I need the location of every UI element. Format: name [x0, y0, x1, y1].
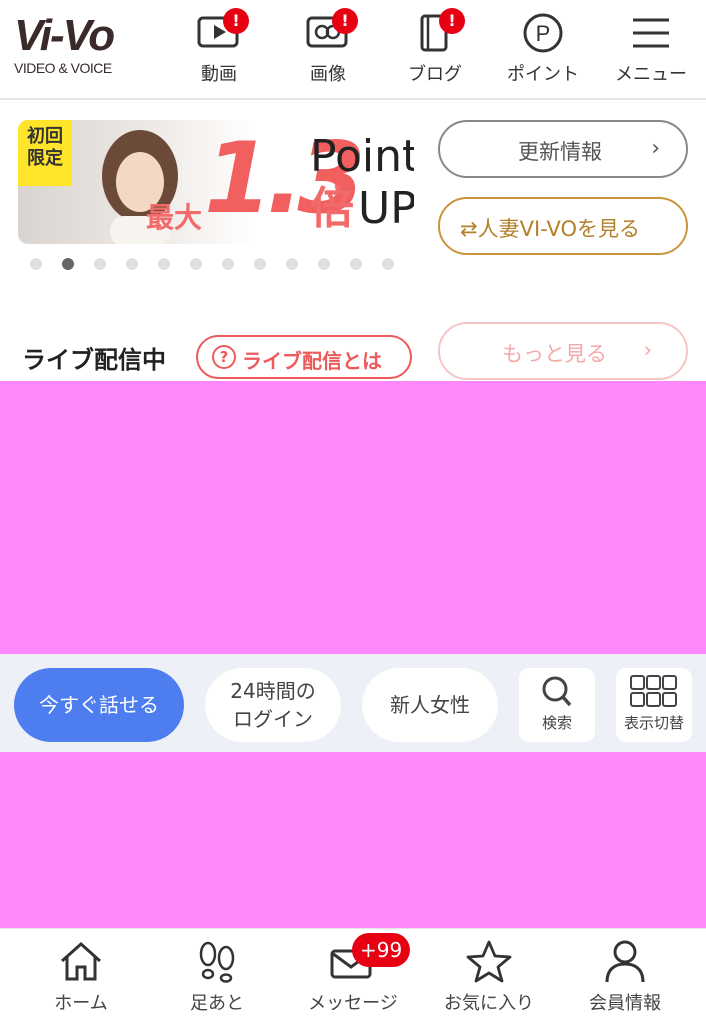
carousel-dot[interactable] [126, 258, 138, 270]
hitozuma-vivo-label: ⇄人妻VI-VOを見る [460, 217, 641, 241]
carousel-dot[interactable] [190, 258, 202, 270]
blog-icon: ! [411, 8, 465, 54]
promo-banner[interactable]: 初回限定 最大 1.3 Point 倍 UP [18, 120, 414, 244]
notification-badge: ! [439, 8, 465, 34]
live-section-title: ライブ配信中 [22, 346, 166, 374]
live-stream-placeholder [0, 381, 706, 654]
see-more-label: もっと見る [502, 342, 607, 366]
question-icon: ? [212, 345, 236, 369]
banner-bai-text: 倍 [310, 183, 354, 234]
tab-label: ホーム [54, 993, 108, 1014]
nav-menu[interactable]: メニュー [606, 10, 696, 92]
tab-home[interactable]: ホーム [16, 939, 146, 1019]
banner-prefix: 最大 [146, 201, 203, 234]
carousel-dot[interactable] [318, 258, 330, 270]
app-header: Vi-Vo VIDEO & VOICE ! 動画 ! 画像 ! ブログ P ポイ… [0, 0, 706, 100]
first-time-tag: 初回限定 [18, 120, 72, 186]
filter-new-women[interactable]: 新人女性 [362, 668, 498, 742]
nav-blog[interactable]: ! ブログ [390, 8, 480, 92]
nav-label: ブログ [408, 64, 462, 85]
carousel-dot[interactable] [222, 258, 234, 270]
filter-24h-login[interactable]: 24時間の ログイン [205, 668, 341, 742]
tab-messages[interactable]: +99 メッセージ [288, 933, 418, 1019]
nav-label: 画像 [310, 64, 346, 85]
search-button[interactable]: 検索 [519, 668, 595, 742]
chip-label: 新人女性 [390, 693, 470, 717]
vivo-logo[interactable]: Vi-Vo VIDEO & VOICE [14, 14, 134, 80]
view-toggle-button[interactable]: 表示切替 [616, 668, 692, 742]
notification-badge: ! [332, 8, 358, 34]
star-icon [464, 939, 514, 983]
home-icon [56, 939, 106, 983]
carousel-dot[interactable] [30, 258, 42, 270]
tab-label: 会員情報 [589, 993, 661, 1014]
carousel-dot[interactable] [286, 258, 298, 270]
grid-view-icon [630, 674, 677, 710]
point-icon: P [519, 10, 567, 54]
search-label: 検索 [541, 714, 572, 732]
chip-label: 今すぐ話せる [39, 693, 159, 717]
carousel-dot[interactable] [62, 258, 74, 270]
tab-member-info[interactable]: 会員情報 [560, 939, 690, 1019]
message-count-badge: +99 [352, 933, 411, 967]
video-play-icon: ! [195, 8, 249, 54]
carousel-dot[interactable] [254, 258, 266, 270]
logo-text: Vi-Vo [14, 11, 115, 60]
banner-point-text: Point [310, 131, 414, 182]
search-icon [535, 674, 579, 710]
notification-badge: ! [223, 8, 249, 34]
user-icon [600, 939, 650, 983]
tab-favorites[interactable]: お気に入り [424, 939, 554, 1019]
carousel-dot[interactable] [350, 258, 362, 270]
chevron-right-icon: › [651, 136, 660, 161]
svg-text:P: P [536, 21, 551, 46]
update-info-label: 更新情報 [518, 140, 602, 164]
nav-label: 動画 [201, 64, 237, 85]
tab-footprints[interactable]: 足あと [152, 939, 282, 1019]
filter-bar: 今すぐ話せる 24時間の ログイン 新人女性 検索 表示切替 [0, 654, 706, 752]
nav-point[interactable]: P ポイント [498, 10, 588, 92]
tab-label: 足あと [190, 993, 244, 1014]
hamburger-menu-icon [627, 10, 675, 54]
content-placeholder [0, 752, 706, 928]
tab-label: お気に入り [444, 993, 534, 1014]
nav-label: ポイント [507, 64, 579, 85]
banner-up-text: UP [358, 183, 414, 234]
nav-video[interactable]: ! 動画 [174, 8, 264, 92]
carousel-dot[interactable] [94, 258, 106, 270]
carousel-dot[interactable] [382, 258, 394, 270]
tab-label: メッセージ [308, 993, 398, 1014]
carousel-dot[interactable] [158, 258, 170, 270]
bottom-tab-bar: ホーム 足あと +99 メッセージ お気に入り 会員情報 [0, 928, 706, 1024]
filter-available-now[interactable]: 今すぐ話せる [14, 668, 184, 742]
nav-label: メニュー [615, 64, 687, 85]
view-toggle-label: 表示切替 [623, 714, 684, 732]
footprints-icon [192, 939, 242, 983]
what-is-live-label: ライブ配信とは [242, 349, 382, 373]
what-is-live-button[interactable]: ? ライブ配信とは [196, 335, 412, 379]
image-icon: ! [304, 8, 358, 54]
envelope-icon: +99 [328, 933, 411, 983]
logo-subtitle: VIDEO & VOICE [14, 60, 112, 76]
chip-label: 24時間の ログイン [230, 679, 316, 731]
chevron-right-icon: › [643, 338, 652, 362]
update-info-button[interactable]: 更新情報 › [438, 120, 688, 178]
see-more-button[interactable]: もっと見る › [438, 322, 688, 380]
nav-image[interactable]: ! 画像 [283, 8, 373, 92]
hitozuma-vivo-button[interactable]: ⇄人妻VI-VOを見る [438, 197, 688, 255]
